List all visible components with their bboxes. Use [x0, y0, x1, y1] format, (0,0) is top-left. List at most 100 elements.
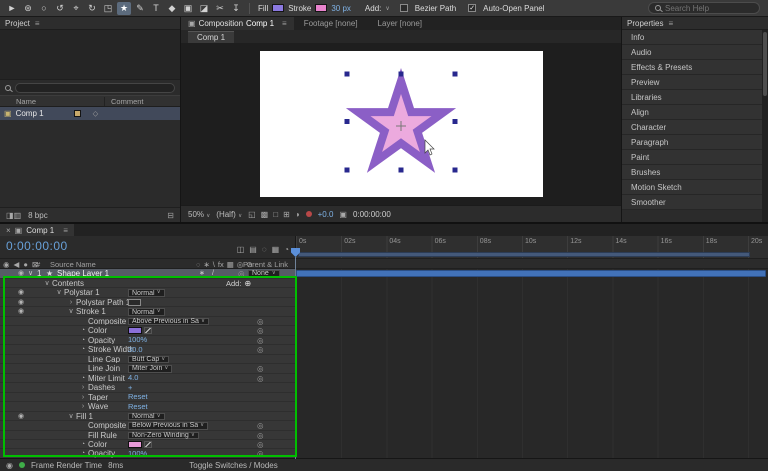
magnification-dropdown[interactable]: 50% ∨: [188, 210, 210, 219]
stopwatch-icon[interactable]: ◔: [78, 326, 88, 335]
property-value[interactable]: Reset: [128, 393, 148, 401]
fill-label[interactable]: Fill: [258, 4, 268, 13]
bezier-path-label[interactable]: Bezier Path: [415, 4, 456, 13]
property-value[interactable]: Non-Zero Winding∨: [128, 432, 199, 440]
eraser-tool[interactable]: ◪: [197, 2, 211, 15]
timeline-track-row[interactable]: [295, 345, 768, 354]
zoom-tool[interactable]: ○: [37, 2, 51, 15]
twirl-down-icon[interactable]: ∨: [42, 279, 52, 288]
pan-behind-tool[interactable]: ◳: [101, 2, 115, 15]
properties-item-info[interactable]: Info: [622, 30, 762, 45]
video-column-icon[interactable]: ◉: [3, 260, 10, 269]
column-number[interactable]: #: [36, 260, 40, 269]
timeline-track-row[interactable]: [295, 431, 768, 440]
scrollbar-thumb[interactable]: [763, 32, 767, 96]
timeline-track-row[interactable]: [295, 412, 768, 421]
timeline-property-row[interactable]: ◉ ◔ Opacity 100% ◎: [0, 336, 768, 345]
layer-duration-bar[interactable]: [296, 270, 766, 277]
twirl-right-icon[interactable]: ›: [78, 402, 88, 411]
interpret-footage-icon[interactable]: ◨: [6, 211, 14, 220]
comp-mini-flowchart-icon[interactable]: ◫: [237, 245, 245, 254]
add-icon[interactable]: ⊕: [244, 279, 251, 288]
timeline-track-row[interactable]: [295, 288, 768, 297]
solo-column-icon[interactable]: ●: [23, 260, 28, 269]
properties-scrollbar[interactable]: [762, 30, 768, 222]
timeline-track-row[interactable]: [295, 421, 768, 430]
collapse-transformations-switch[interactable]: ∗: [199, 269, 205, 279]
property-value[interactable]: Below Previous in Sa∨: [128, 422, 208, 430]
timeline-track-row[interactable]: [295, 326, 768, 335]
property-value[interactable]: 4.0: [128, 374, 138, 382]
timeline-track-row[interactable]: [295, 364, 768, 373]
twirl-right-icon[interactable]: ›: [78, 383, 88, 392]
pick-whip-icon[interactable]: ◎: [257, 317, 264, 326]
stroke-width-value[interactable]: 30 px: [331, 4, 351, 13]
properties-item-character[interactable]: Character: [622, 120, 762, 135]
timeline-track-row[interactable]: [295, 355, 768, 364]
fx-column-icon[interactable]: fx: [218, 260, 224, 269]
twirl-down-icon[interactable]: ∨: [54, 288, 64, 297]
timeline-track-row[interactable]: [295, 307, 768, 316]
pen-tool[interactable]: ✎: [133, 2, 147, 15]
frame-blend-column-icon[interactable]: ▦: [227, 260, 234, 269]
quality-switch[interactable]: /: [212, 269, 214, 279]
timeline-track-row[interactable]: [295, 298, 768, 307]
grid-options-icon[interactable]: ⊞: [283, 210, 290, 219]
eyedropper-icon[interactable]: [144, 441, 152, 448]
visibility-eye-icon[interactable]: ◉: [18, 269, 24, 279]
snapshot-icon[interactable]: ▣: [339, 210, 347, 219]
panel-menu-icon[interactable]: ≡: [63, 226, 68, 235]
viewer-canvas[interactable]: [181, 43, 621, 205]
preview-timecode[interactable]: 0:00:00:00: [353, 210, 391, 219]
exposure-icon[interactable]: [306, 211, 312, 217]
timeline-track-row[interactable]: [295, 279, 768, 288]
selection-tool[interactable]: ►: [5, 2, 19, 15]
properties-item-paint[interactable]: Paint: [622, 150, 762, 165]
property-value[interactable]: Normal∨: [128, 308, 165, 316]
timeline-property-row[interactable]: ◉ › Wave Reset ◎: [0, 402, 768, 411]
rotation-tool[interactable]: ↻: [85, 2, 99, 15]
bezier-path-checkbox[interactable]: [400, 4, 408, 12]
roto-brush-tool[interactable]: ✂: [213, 2, 227, 15]
timeline-property-row[interactable]: ◉ Fill Rule Non-Zero Winding∨ ◎: [0, 431, 768, 440]
clone-stamp-tool[interactable]: ▣: [181, 2, 195, 15]
close-icon[interactable]: ×: [6, 226, 11, 235]
timeline-property-row[interactable]: ◉ Line Join Miter Join∨ ◎: [0, 364, 768, 373]
delete-icon[interactable]: ⊟: [167, 211, 174, 220]
channel-icon[interactable]: ◑: [295, 210, 300, 219]
quality-column-icon[interactable]: \: [213, 260, 215, 269]
collapse-column-icon[interactable]: ∗: [203, 260, 209, 269]
tab-footage[interactable]: Footage [none]: [294, 17, 368, 30]
timeline-property-row[interactable]: ◉ ∨ Contents Add:⊕ ◎: [0, 279, 768, 288]
property-value[interactable]: Reset: [128, 402, 148, 410]
toggle-switches-modes[interactable]: Toggle Switches / Modes: [189, 461, 278, 470]
stopwatch-icon[interactable]: ◔: [78, 374, 88, 383]
tab-layer[interactable]: Layer [none]: [368, 17, 432, 30]
pick-whip-icon[interactable]: ◎: [257, 336, 264, 345]
selection-handle[interactable]: [453, 72, 458, 77]
stopwatch-icon[interactable]: ◔: [78, 345, 88, 354]
properties-item-audio[interactable]: Audio: [622, 45, 762, 60]
properties-item-motion-sketch[interactable]: Motion Sketch: [622, 180, 762, 195]
path-icon[interactable]: [128, 299, 141, 306]
timeline-property-row[interactable]: ◉ ◔ Color ◎: [0, 326, 768, 335]
color-depth-label[interactable]: 8 bpc: [28, 211, 48, 220]
exposure-value[interactable]: +0.0: [318, 210, 334, 219]
property-value[interactable]: +: [128, 383, 132, 391]
selection-handle[interactable]: [453, 168, 458, 173]
properties-panel-header[interactable]: Properties ≡: [622, 17, 768, 30]
property-value[interactable]: [128, 440, 152, 448]
timeline-layer-row[interactable]: ◉ ∨ 1 ★ Shape Layer 1 ∗ / ◎ None ∨: [0, 269, 768, 279]
twirl-down-icon[interactable]: ∨: [66, 412, 76, 421]
project-search-field[interactable]: [15, 83, 175, 93]
composition-frame[interactable]: [260, 51, 543, 197]
resolution-dropdown[interactable]: (Half) ∨: [216, 210, 242, 219]
comp-subtab[interactable]: Comp 1: [188, 31, 234, 43]
properties-item-align[interactable]: Align: [622, 105, 762, 120]
timeline-property-row[interactable]: ◉ › Dashes + ◎: [0, 383, 768, 392]
property-value[interactable]: Normal∨: [128, 413, 165, 421]
hand-tool[interactable]: ⊛: [21, 2, 35, 15]
timeline-property-row[interactable]: ◉ ∨ Fill 1 Normal∨ ◎: [0, 412, 768, 421]
properties-item-preview[interactable]: Preview: [622, 75, 762, 90]
timeline-track-row[interactable]: [295, 393, 768, 402]
